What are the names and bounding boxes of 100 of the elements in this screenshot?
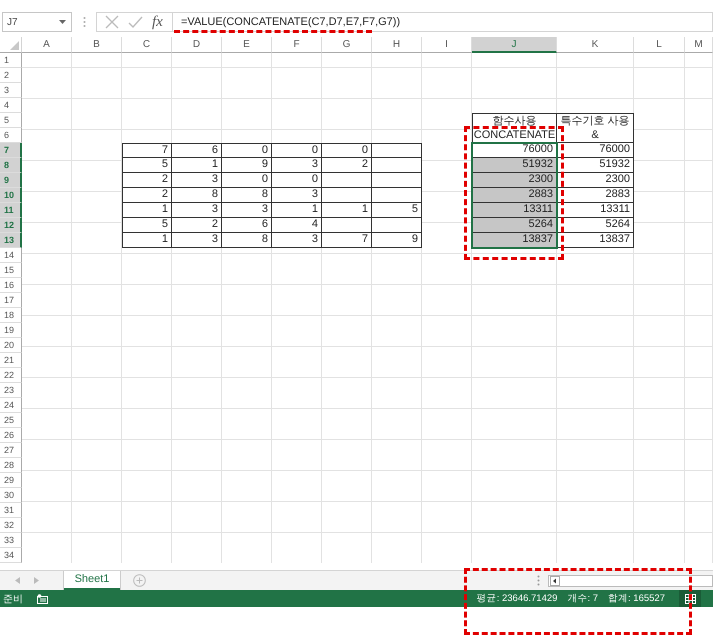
select-all-icon[interactable] <box>10 41 19 50</box>
row-header[interactable]: 10 <box>0 188 22 203</box>
split-handle-icon[interactable] <box>537 575 540 586</box>
normal-view-button[interactable] <box>679 590 701 607</box>
scroll-left-icon[interactable] <box>550 576 560 586</box>
table-cell: 5 <box>122 158 172 173</box>
average-readout: 평균: 23646.71429 <box>476 592 558 605</box>
row-header[interactable]: 24 <box>0 398 22 413</box>
row-header[interactable]: 13 <box>0 233 22 248</box>
row-header[interactable]: 20 <box>0 338 22 353</box>
table-cell: 3 <box>172 173 222 188</box>
table-cell: 3 <box>272 188 322 203</box>
row-header[interactable]: 1 <box>0 53 22 68</box>
table-cell: 5 <box>372 203 422 218</box>
row-header[interactable]: 11 <box>0 203 22 218</box>
row-header[interactable]: 9 <box>0 173 22 188</box>
table-cell: 8 <box>222 233 272 248</box>
row-header[interactable]: 5 <box>0 113 22 128</box>
column-header[interactable]: M <box>685 37 713 53</box>
row-header[interactable]: 18 <box>0 308 22 323</box>
table-cell: 1 <box>272 203 322 218</box>
table-cell: 76000 <box>557 143 634 158</box>
row-header[interactable]: 27 <box>0 443 22 458</box>
row-header[interactable]: 2 <box>0 68 22 83</box>
column-header[interactable]: K <box>557 37 634 53</box>
macro-record-icon[interactable] <box>37 594 48 604</box>
table-cell[interactable]: 13311 <box>472 203 557 218</box>
row-header[interactable]: 4 <box>0 98 22 113</box>
table-cell: 8 <box>172 188 222 203</box>
header-text: 특수기호 사용 <box>560 114 630 128</box>
row-header[interactable]: 21 <box>0 353 22 368</box>
row-header[interactable]: 25 <box>0 413 22 428</box>
table-cell: 1 <box>322 203 372 218</box>
cancel-icon[interactable] <box>105 15 119 29</box>
column-header[interactable]: J <box>472 37 557 53</box>
table-cell[interactable]: 5264 <box>472 218 557 233</box>
check-icon[interactable] <box>128 16 143 28</box>
table-cell: 0 <box>222 173 272 188</box>
column-header[interactable]: H <box>372 37 422 53</box>
column-header[interactable]: G <box>322 37 372 53</box>
row-header[interactable]: 32 <box>0 518 22 533</box>
row-header[interactable]: 23 <box>0 383 22 398</box>
row-header[interactable]: 3 <box>0 83 22 98</box>
horizontal-scrollbar[interactable] <box>548 574 713 586</box>
column-header[interactable]: A <box>22 37 72 53</box>
table-cell[interactable]: 76000 <box>472 143 557 158</box>
table-cell: 0 <box>322 143 372 158</box>
table-cell: 4 <box>272 218 322 233</box>
row-header[interactable]: 28 <box>0 458 22 473</box>
formula-field[interactable]: =VALUE(CONCATENATE(C7,D7,E7,F7,G7)) <box>172 12 713 32</box>
table-cell: 1 <box>122 233 172 248</box>
row-header[interactable]: 22 <box>0 368 22 383</box>
table-cell: 3 <box>172 203 222 218</box>
column-header[interactable]: E <box>222 37 272 53</box>
caret-icon <box>59 20 66 24</box>
table-cell[interactable]: 2883 <box>472 188 557 203</box>
row-header[interactable]: 6 <box>0 128 22 143</box>
row-header[interactable]: 17 <box>0 293 22 308</box>
row-header[interactable]: 33 <box>0 533 22 548</box>
column-header[interactable]: D <box>172 37 222 53</box>
next-sheet-icon[interactable] <box>34 577 39 584</box>
previous-sheet-icon[interactable] <box>15 577 20 584</box>
row-header[interactable]: 29 <box>0 473 22 488</box>
sheet-tab[interactable]: Sheet1 <box>64 571 120 590</box>
table-cell: 7 <box>322 233 372 248</box>
add-sheet-icon[interactable] <box>133 574 146 587</box>
table-cell: 6 <box>222 218 272 233</box>
header-text: 함수사용 <box>492 114 536 128</box>
row-header[interactable]: 14 <box>0 248 22 263</box>
column-header[interactable]: I <box>422 37 472 53</box>
row-header[interactable]: 15 <box>0 263 22 278</box>
row-header[interactable]: 8 <box>0 158 22 173</box>
row-header[interactable]: 12 <box>0 218 22 233</box>
table-cell: 3 <box>272 233 322 248</box>
row-header[interactable]: 16 <box>0 278 22 293</box>
header-text: CONCATENATE <box>474 128 556 142</box>
grid-icon <box>684 594 696 604</box>
row-header[interactable]: 26 <box>0 428 22 443</box>
insert-function-button[interactable]: fx <box>152 14 163 30</box>
row-header[interactable]: 7 <box>0 143 22 158</box>
table-cell: 2 <box>322 158 372 173</box>
table-cell: 5 <box>122 218 172 233</box>
column-header[interactable]: C <box>122 37 172 53</box>
row-header[interactable]: 30 <box>0 488 22 503</box>
name-box[interactable]: J7 <box>2 12 72 32</box>
row-header[interactable]: 31 <box>0 503 22 518</box>
column-header[interactable]: F <box>272 37 322 53</box>
table-cell: 13311 <box>557 203 634 218</box>
drag-handle-icon <box>83 16 86 28</box>
table-cell: 0 <box>272 143 322 158</box>
row-header[interactable]: 34 <box>0 548 22 563</box>
ready-status: 준비 <box>3 592 23 606</box>
column-header[interactable]: L <box>634 37 685 53</box>
sum-readout: 합계: 165527 <box>608 592 665 605</box>
table-cell[interactable]: 13837 <box>472 233 557 248</box>
table-cell[interactable]: 51932 <box>472 158 557 173</box>
table-cell: 2 <box>122 173 172 188</box>
column-header[interactable]: B <box>72 37 122 53</box>
row-header[interactable]: 19 <box>0 323 22 338</box>
table-cell[interactable]: 2300 <box>472 173 557 188</box>
